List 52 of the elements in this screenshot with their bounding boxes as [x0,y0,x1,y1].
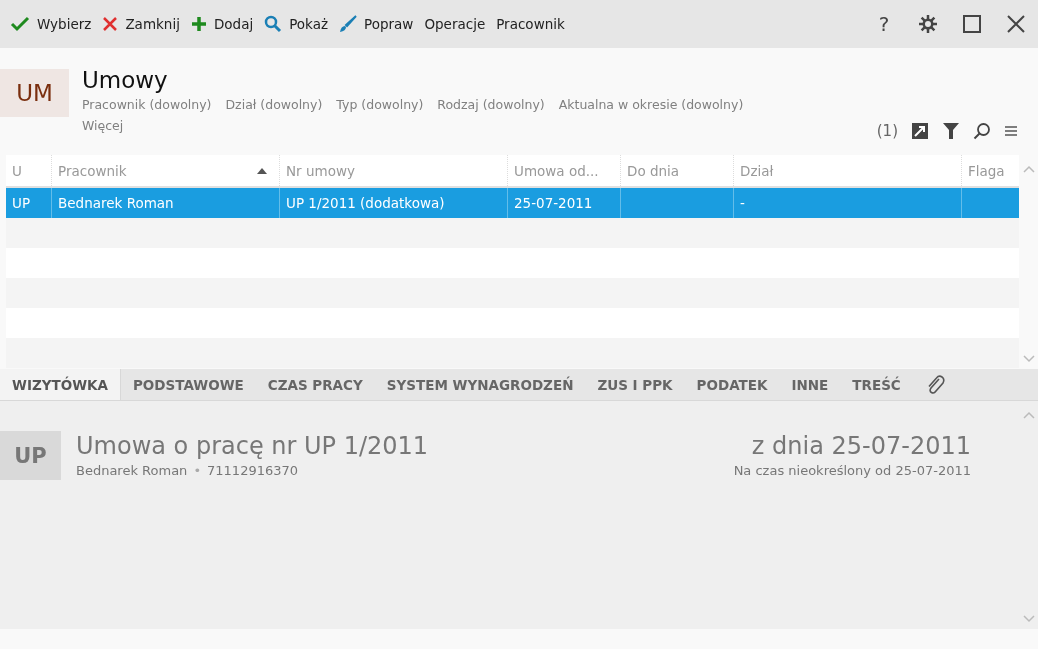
toolbar-button[interactable]: Zamknij [100,6,189,42]
employee-name: Bednarek Roman [76,463,188,478]
toolbar-button[interactable]: Wybierz [8,6,101,42]
filter-link[interactable]: Dział (dowolny) [225,94,323,115]
toolbar-button[interactable]: Dodaj [188,6,263,42]
module-badge: UM [0,69,69,117]
menu-icon[interactable] [1004,125,1018,137]
tab[interactable]: TREŚĆ [840,369,913,400]
contract-badge: UP [0,431,61,480]
pesel-number: 71112916370 [207,463,299,478]
toolbar-button[interactable]: Operacje [422,6,495,42]
filter-link[interactable]: Pracownik (dowolny) [82,94,212,115]
filter-link[interactable]: Typ (dowolny) [336,94,424,115]
filter-link[interactable]: Aktualna w okresie (dowolny) [558,94,744,115]
contract-date: z dnia 25-07-2011 [750,431,971,461]
column-header[interactable]: Nr umowy [280,155,508,186]
tab[interactable]: INNE [779,369,841,400]
column-header[interactable]: U [6,155,52,186]
search-icon [264,15,283,33]
page-title: Umowy [82,66,168,94]
filter-link[interactable]: Rodzaj (dowolny) [437,94,545,115]
tab[interactable]: WIZYTÓWKA [0,369,121,400]
export-icon[interactable] [911,122,929,140]
table-row[interactable]: UP Bednarek Roman UP 1/2011 (dodatkowa) 25-07-2011 - [6,188,1019,218]
tab[interactable]: ZUS I PPK [585,369,685,400]
maximize-icon [963,15,981,33]
filter-icon[interactable] [942,122,960,140]
column-header[interactable]: Flaga [962,155,1019,186]
plus-icon [190,16,207,32]
contract-title: Umowa o pracę nr UP 1/2011 [76,431,430,461]
tab[interactable]: CZAS PRACY [255,369,375,400]
separator-dot: • [193,463,202,478]
search-icon[interactable] [973,122,991,140]
close-icon [102,16,119,32]
column-header[interactable]: Dział [734,155,962,186]
check-icon [10,16,30,32]
tab[interactable]: PODATEK [684,369,780,400]
column-header[interactable]: Do dnia [621,155,734,186]
contract-period: Na czas nieokreślony od 25-07-2011 [733,462,971,480]
record-count: (1) [876,122,898,140]
more-link[interactable]: Więcej [82,115,124,136]
toolbar-button[interactable]: Pokaż [262,6,338,42]
tab[interactable]: PODSTAWOWE [120,369,256,400]
tab[interactable]: SYSTEM WYNAGRODZEŃ [374,369,586,400]
toolbar-button[interactable]: Pracownik [494,6,574,42]
help-button[interactable]: ? [862,4,906,44]
toolbar-button[interactable]: Popraw [337,6,423,42]
gear-icon [918,14,938,34]
column-header[interactable]: Umowa od... [508,155,621,186]
brush-icon [339,15,358,33]
column-header[interactable]: Pracownik [52,155,280,186]
close-icon [1007,15,1025,33]
